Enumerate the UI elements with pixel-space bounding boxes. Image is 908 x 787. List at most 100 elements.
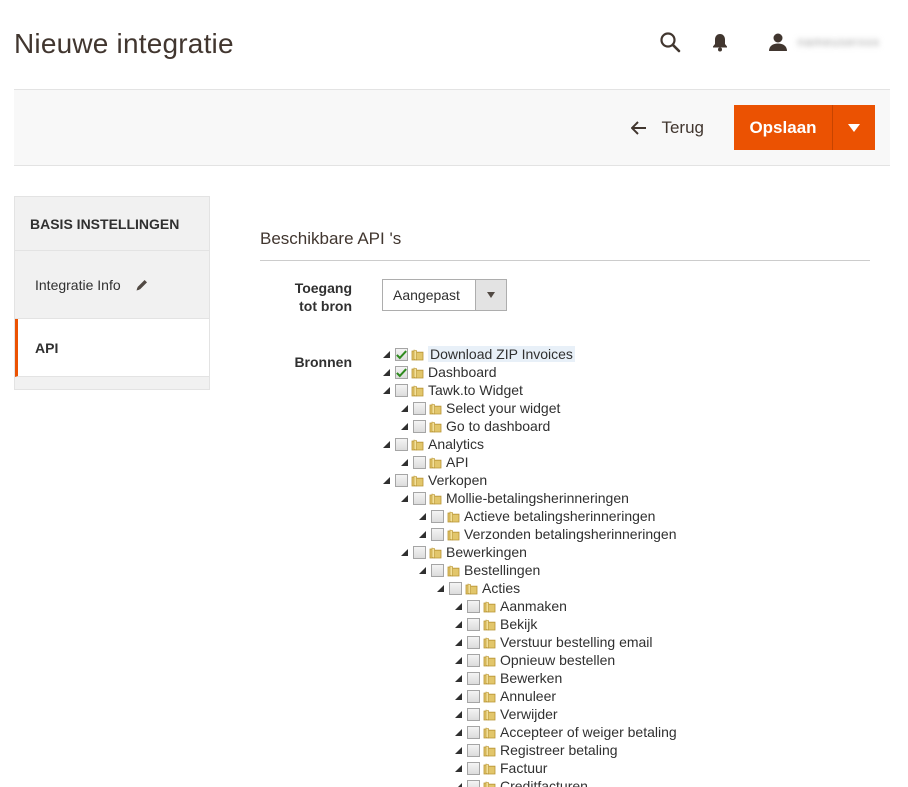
tree-node-label[interactable]: Opnieuw bestellen (500, 652, 615, 668)
tree-node: Registreer betaling (383, 741, 677, 759)
expand-triangle-icon[interactable] (401, 404, 408, 412)
expand-triangle-icon[interactable] (437, 584, 444, 592)
bell-icon[interactable] (708, 30, 732, 54)
tree-checkbox[interactable] (413, 491, 426, 505)
expand-triangle-icon[interactable] (383, 476, 390, 484)
tree-checkbox[interactable] (467, 635, 480, 649)
tree-node-label[interactable]: Bestellingen (464, 562, 540, 578)
tree-checkbox[interactable] (431, 563, 444, 577)
tree-node-label[interactable]: Dashboard (428, 364, 497, 380)
resources-label: Bronnen (294, 354, 352, 370)
expand-triangle-icon[interactable] (419, 512, 426, 520)
tree-node-label[interactable]: Creditfacturen (500, 778, 588, 787)
tree-checkbox[interactable] (413, 455, 426, 469)
tree-checkbox[interactable] (395, 365, 408, 379)
settings-sidebar: BASIS INSTELLINGEN Integratie Info API (14, 196, 210, 390)
expand-triangle-icon[interactable] (401, 494, 408, 502)
tree-node-label[interactable]: Select your widget (446, 400, 560, 416)
expand-triangle-icon[interactable] (455, 656, 462, 664)
expand-triangle-icon[interactable] (383, 350, 390, 358)
expand-triangle-icon[interactable] (419, 530, 426, 538)
expand-triangle-icon[interactable] (455, 620, 462, 628)
folder-icon (411, 474, 424, 487)
expand-triangle-icon[interactable] (401, 548, 408, 556)
tree-node-label[interactable]: Annuleer (500, 688, 556, 704)
folder-icon (429, 456, 442, 469)
sidebar-item-api[interactable]: API (15, 319, 209, 377)
tree-checkbox[interactable] (467, 725, 480, 739)
tree-node-label[interactable]: Actieve betalingsherinneringen (464, 508, 655, 524)
tree-node-label[interactable]: Mollie-betalingsherinneringen (446, 490, 629, 506)
sidebar-item-integratie-info[interactable]: Integratie Info (15, 251, 209, 319)
expand-triangle-icon[interactable] (401, 422, 408, 430)
expand-triangle-icon[interactable] (383, 386, 390, 394)
tree-node-label[interactable]: Go to dashboard (446, 418, 550, 434)
tree-checkbox[interactable] (395, 383, 408, 397)
tree-checkbox[interactable] (413, 419, 426, 433)
tree-checkbox[interactable] (467, 743, 480, 757)
tree-node: Accepteer of weiger betaling (383, 723, 677, 741)
folder-icon (483, 654, 496, 667)
tree-node-label[interactable]: API (446, 454, 469, 470)
tree-checkbox[interactable] (449, 581, 462, 595)
tree-checkbox[interactable] (431, 527, 444, 541)
tree-node: Verwijder (383, 705, 677, 723)
tree-node-label[interactable]: Registreer betaling (500, 742, 618, 758)
tree-node-label[interactable]: Verzonden betalingsherinneringen (464, 526, 677, 542)
tree-node-label[interactable]: Tawk.to Widget (428, 382, 523, 398)
page-actions-bar: Terug Opslaan (14, 89, 890, 166)
expand-triangle-icon[interactable] (455, 728, 462, 736)
tree-checkbox[interactable] (467, 779, 480, 787)
tree-checkbox[interactable] (395, 437, 408, 451)
tree-node-label[interactable]: Verwijder (500, 706, 558, 722)
tree-checkbox[interactable] (395, 473, 408, 487)
tree-checkbox[interactable] (431, 509, 444, 523)
expand-triangle-icon[interactable] (401, 458, 408, 466)
tree-node-label[interactable]: Download ZIP Invoices (428, 346, 575, 362)
tree-node-label[interactable]: Bewerken (500, 670, 562, 686)
expand-triangle-icon[interactable] (455, 710, 462, 718)
folder-icon (411, 384, 424, 397)
search-icon[interactable] (658, 30, 682, 54)
tree-checkbox[interactable] (467, 761, 480, 775)
tree-checkbox[interactable] (467, 617, 480, 631)
tree-checkbox[interactable] (467, 707, 480, 721)
tree-checkbox[interactable] (395, 347, 408, 361)
tree-node-label[interactable]: Analytics (428, 436, 484, 452)
resource-access-select[interactable]: Aangepast (382, 279, 507, 311)
save-button[interactable]: Opslaan (734, 105, 833, 150)
expand-triangle-icon[interactable] (419, 566, 426, 574)
save-options-toggle[interactable] (833, 105, 875, 150)
expand-triangle-icon[interactable] (455, 746, 462, 754)
expand-triangle-icon[interactable] (455, 692, 462, 700)
folder-icon (447, 564, 460, 577)
back-button[interactable]: Terug (631, 118, 704, 138)
expand-triangle-icon[interactable] (455, 602, 462, 610)
tree-node: Aanmaken (383, 597, 677, 615)
tree-node-label[interactable]: Verstuur bestelling email (500, 634, 653, 650)
sidebar-title: BASIS INSTELLINGEN (15, 197, 209, 251)
tree-checkbox[interactable] (467, 599, 480, 613)
tree-node-label[interactable]: Accepteer of weiger betaling (500, 724, 677, 740)
tree-node: Verzonden betalingsherinneringen (383, 525, 677, 543)
tree-node-label[interactable]: Bewerkingen (446, 544, 527, 560)
user-menu[interactable]: nameuserxxx (766, 30, 880, 54)
tree-node-label[interactable]: Verkopen (428, 472, 487, 488)
expand-triangle-icon[interactable] (455, 638, 462, 646)
expand-triangle-icon[interactable] (455, 674, 462, 682)
tree-checkbox[interactable] (467, 671, 480, 685)
tree-node-label[interactable]: Factuur (500, 760, 547, 776)
expand-triangle-icon[interactable] (455, 764, 462, 772)
tree-node-label[interactable]: Acties (482, 580, 520, 596)
expand-triangle-icon[interactable] (383, 440, 390, 448)
tree-node-label[interactable]: Bekijk (500, 616, 537, 632)
tree-checkbox[interactable] (413, 545, 426, 559)
expand-triangle-icon[interactable] (383, 368, 390, 376)
tree-node-label[interactable]: Aanmaken (500, 598, 567, 614)
tree-checkbox[interactable] (413, 401, 426, 415)
tree-checkbox[interactable] (467, 689, 480, 703)
tree-checkbox[interactable] (467, 653, 480, 667)
folder-icon (483, 618, 496, 631)
resource-access-label: Toegang tot bron (294, 280, 352, 314)
expand-triangle-icon[interactable] (455, 782, 462, 787)
